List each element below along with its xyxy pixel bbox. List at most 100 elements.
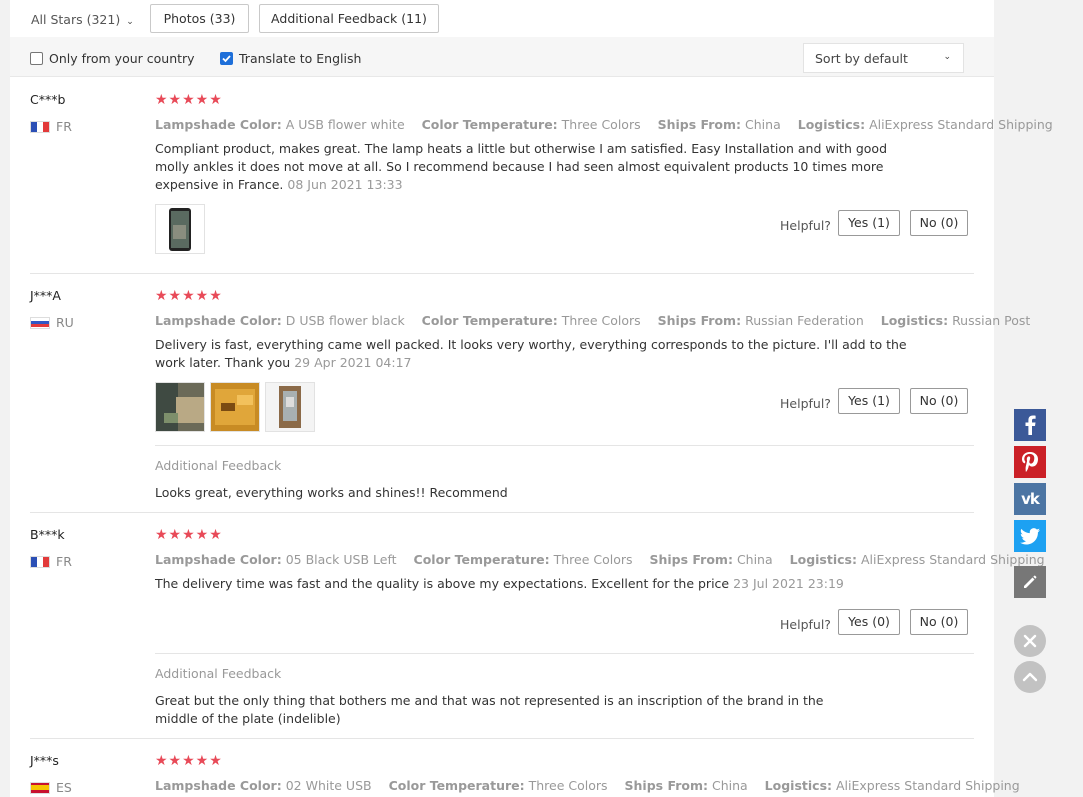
additional-feedback-title: Additional Feedback	[155, 666, 282, 681]
additional-feedback-title: Additional Feedback	[155, 458, 282, 473]
helpful-label: Helpful?	[780, 218, 831, 233]
additional-feedback-tab-button[interactable]: Additional Feedback (11)	[259, 4, 439, 33]
reviewer-country: ES	[30, 780, 72, 795]
stars-filter-dropdown[interactable]: All Stars (321) ⌄	[31, 12, 134, 27]
review-date: 23 Jul 2021 23:19	[733, 576, 844, 591]
reviewer-country: FR	[30, 119, 72, 134]
reviewer-name: J***A	[30, 288, 61, 303]
chevron-up-icon	[1022, 672, 1038, 682]
review-attributes: Lampshade Color: 05 Black USB Left Color…	[155, 552, 1058, 567]
facebook-icon	[1025, 415, 1036, 435]
russia-flag-icon	[30, 316, 50, 329]
close-icon	[1023, 634, 1037, 648]
review-attributes: Lampshade Color: D USB flower black Colo…	[155, 313, 1043, 328]
star-rating: ★★★★★	[155, 288, 223, 304]
logistics-label: Logistics:	[789, 552, 857, 567]
lampshade-value: 02 White USB	[285, 778, 372, 793]
sort-label: Sort by default	[815, 51, 908, 66]
temperature-value: Three Colors	[561, 117, 641, 132]
reviewer-name: C***b	[30, 92, 66, 107]
ships-label: Ships From:	[657, 117, 742, 132]
star-rating: ★★★★★	[155, 527, 223, 543]
close-sidebar-button[interactable]	[1014, 625, 1046, 657]
reviews-panel: All Stars (321) ⌄ Photos (33) Additional …	[10, 0, 1053, 797]
logistics-label: Logistics:	[797, 117, 866, 132]
helpful-yes-button[interactable]: Yes (1)	[838, 388, 900, 414]
star-rating: ★★★★★	[155, 92, 223, 108]
review-item: B***k FR ★★★★★ Lampshade Color: 05 Black…	[30, 513, 1045, 739]
review-text-line: expensive in France.	[155, 177, 284, 192]
chevron-down-icon: ⌄	[943, 52, 951, 62]
lampshade-label: Lampshade Color:	[155, 778, 282, 793]
additional-feedback-text: Looks great, everything works and shines…	[155, 485, 508, 500]
logistics-label: Logistics:	[764, 778, 833, 793]
pinterest-share-button[interactable]	[1014, 446, 1046, 478]
lampshade-label: Lampshade Color:	[155, 313, 282, 328]
translate-checkbox[interactable]: Translate to English	[220, 51, 361, 66]
logistics-value: AliExpress Standard Shipping	[869, 117, 1053, 132]
temperature-label: Color Temperature:	[421, 117, 558, 132]
twitter-share-button[interactable]	[1014, 520, 1046, 552]
reviewer-country: RU	[30, 315, 74, 330]
helpful-label: Helpful?	[780, 396, 831, 411]
lampshade-value: D USB flower black	[285, 313, 405, 328]
review-photo-thumbnail[interactable]	[265, 382, 315, 432]
review-date: 29 Apr 2021 04:17	[294, 355, 412, 370]
photos-tab-button[interactable]: Photos (33)	[150, 4, 249, 33]
temperature-value: Three Colors	[561, 313, 641, 328]
reviewer-name: B***k	[30, 527, 65, 542]
review-photo-thumbnail[interactable]	[210, 382, 260, 432]
filter-bar: Only from your country Translate to Engl…	[10, 37, 994, 77]
logistics-value: Russian Post	[952, 313, 1031, 328]
additional-feedback-line: Great but the only thing that bothers me…	[155, 693, 824, 708]
temperature-value: Three Colors	[553, 552, 633, 567]
review-item: C***b FR ★★★★★ Lampshade Color: A USB fl…	[30, 78, 1053, 274]
review-text: Delivery is fast, everything came well p…	[155, 336, 907, 372]
logistics-value: AliExpress Standard Shipping	[860, 552, 1045, 567]
star-rating: ★★★★★	[155, 753, 223, 769]
review-item: J***A RU ★★★★★ Lampshade Color: D USB fl…	[30, 274, 1030, 513]
review-text: The delivery time was fast and the quali…	[155, 575, 844, 593]
ships-label: Ships From:	[624, 778, 708, 793]
ships-value: China	[736, 552, 773, 567]
twitter-icon	[1020, 527, 1040, 544]
back-to-top-button[interactable]	[1014, 661, 1046, 693]
review-toolbar: All Stars (321) ⌄ Photos (33) Additional …	[10, 0, 994, 37]
vk-icon: vk	[1021, 490, 1040, 508]
helpful-yes-button[interactable]: Yes (1)	[838, 210, 900, 236]
only-country-checkbox[interactable]: Only from your country	[30, 51, 195, 66]
additional-feedback-text: Great but the only thing that bothers me…	[155, 692, 824, 728]
france-flag-icon	[30, 555, 50, 568]
only-country-label: Only from your country	[49, 51, 195, 66]
vk-share-button[interactable]: vk	[1014, 483, 1046, 515]
temperature-value: Three Colors	[528, 778, 608, 793]
ships-value: China	[745, 117, 781, 132]
ships-value: China	[711, 778, 748, 793]
lampshade-label: Lampshade Color:	[155, 552, 282, 567]
country-code: FR	[56, 554, 72, 569]
additional-feedback-line: middle of the plate (indelible)	[155, 711, 341, 726]
review-attributes: Lampshade Color: A USB flower white Colo…	[155, 117, 1066, 132]
review-photo-thumbnail[interactable]	[155, 204, 205, 254]
edit-button[interactable]	[1014, 566, 1046, 598]
facebook-share-button[interactable]	[1014, 409, 1046, 441]
checkbox-checked-icon[interactable]	[220, 52, 233, 65]
translate-label: Translate to English	[239, 51, 362, 66]
country-code: ES	[56, 780, 72, 795]
review-text-line: Compliant product, makes great. The lamp…	[155, 141, 888, 156]
sort-dropdown[interactable]: Sort by default ⌄	[803, 43, 964, 73]
checkbox-unchecked-icon[interactable]	[30, 52, 43, 65]
review-text-line: work later. Thank you	[155, 355, 291, 370]
helpful-no-button[interactable]: No (0)	[910, 388, 968, 414]
logistics-value: AliExpress Standard Shipping	[836, 778, 1020, 793]
temperature-label: Color Temperature:	[421, 313, 558, 328]
review-item: J***s ES ★★★★★ Lampshade Color: 02 White…	[30, 739, 1020, 797]
review-text-line: Delivery is fast, everything came well p…	[155, 337, 907, 352]
review-text-line: molly ankles it does not move at all. So…	[155, 159, 884, 174]
helpful-no-button[interactable]: No (0)	[910, 210, 968, 236]
review-date: 08 Jun 2021 13:33	[287, 177, 403, 192]
helpful-no-button[interactable]: No (0)	[910, 609, 968, 635]
helpful-yes-button[interactable]: Yes (0)	[838, 609, 900, 635]
france-flag-icon	[30, 120, 50, 133]
review-photo-thumbnail[interactable]	[155, 382, 205, 432]
